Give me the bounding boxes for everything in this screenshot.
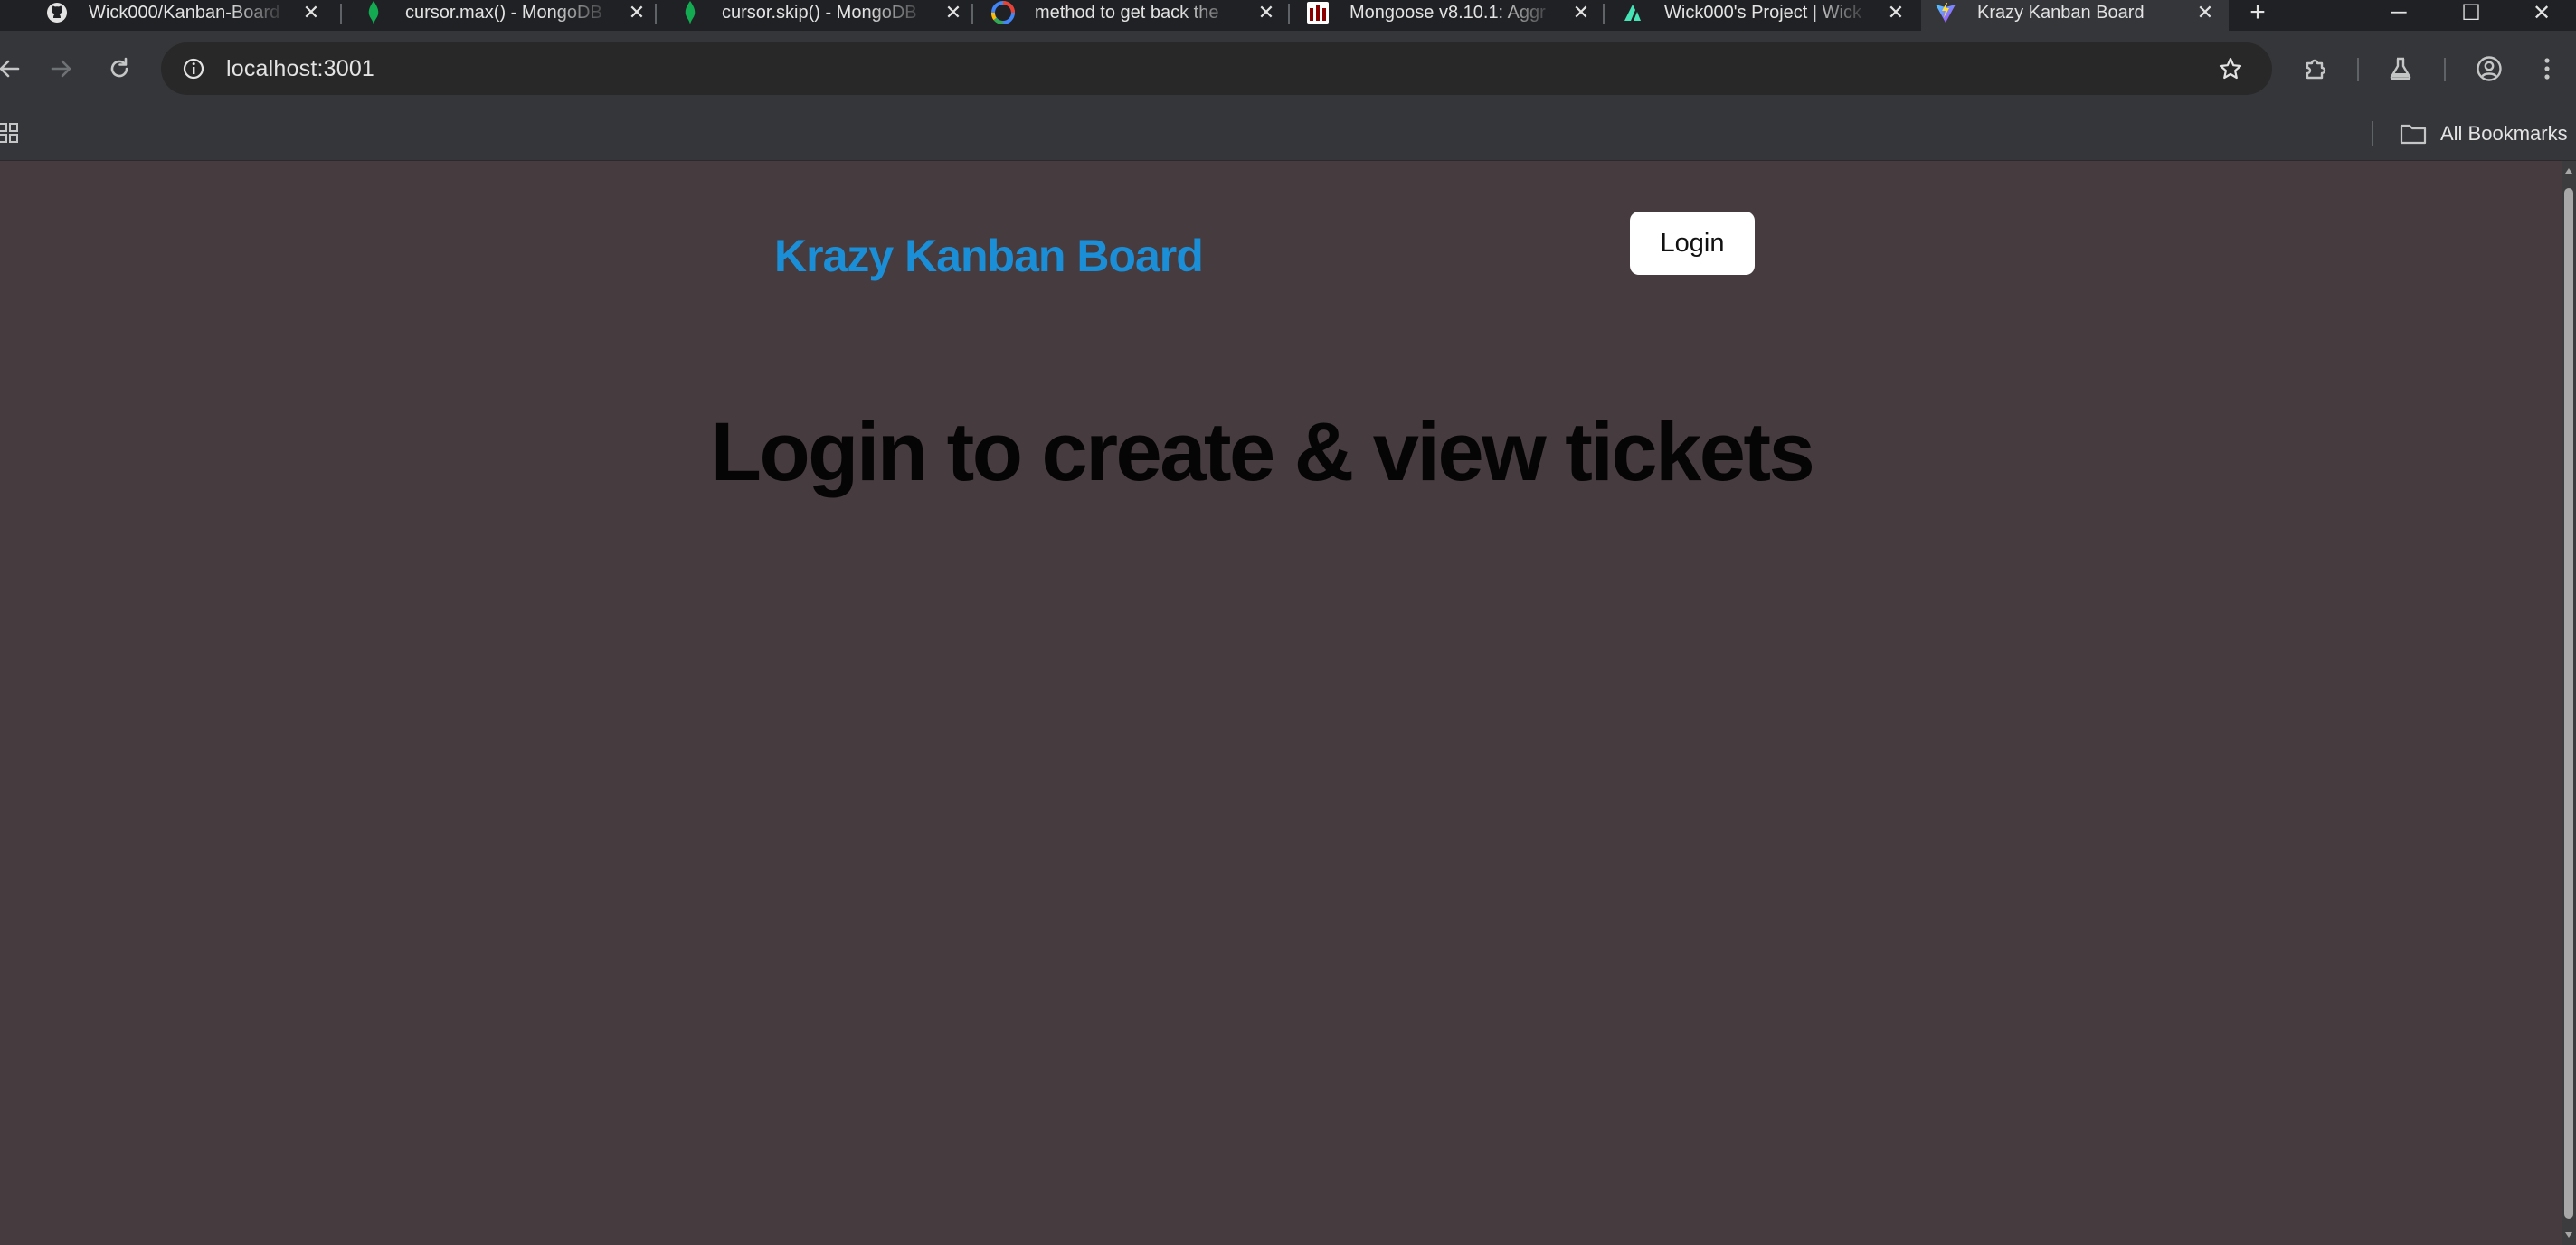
tab-close-icon[interactable]: ✕ <box>942 1 964 24</box>
page-content: Krazy Kanban Board Login Login to create… <box>0 161 2562 1245</box>
app-brand-title[interactable]: Krazy Kanban Board <box>774 230 1204 282</box>
tab-mongoose[interactable]: Mongoose v8.10.1: Aggr ✕ <box>1306 0 1592 31</box>
labs-button[interactable] <box>2379 47 2422 90</box>
window-close-button[interactable]: ✕ <box>2507 0 2576 31</box>
reload-icon <box>110 57 128 78</box>
tab-separator <box>655 4 657 24</box>
google-icon <box>991 1 1015 24</box>
tab-close-icon[interactable]: ✕ <box>1885 1 1907 24</box>
address-bar[interactable]: localhost:3001 <box>161 42 2272 95</box>
toolbar-divider <box>2444 58 2446 81</box>
tab-close-icon[interactable]: ✕ <box>300 1 322 24</box>
tab-close-icon[interactable]: ✕ <box>1570 1 1592 24</box>
maximize-icon: ☐ <box>2461 0 2481 25</box>
tab-close-icon[interactable]: ✕ <box>626 1 648 24</box>
tab-github[interactable]: Wick000/Kanban-Board ✕ <box>45 0 322 31</box>
plus-icon: + <box>2249 0 2266 27</box>
tab-title: Krazy Kanban Board <box>1977 2 2145 23</box>
account-icon <box>2477 56 2502 81</box>
tab-title: Mongoose v8.10.1: Aggr <box>1350 2 1546 23</box>
mongodb-leaf-icon <box>362 1 385 24</box>
apps-button[interactable] <box>0 119 22 146</box>
new-tab-button[interactable]: + <box>2221 0 2294 31</box>
back-button[interactable] <box>0 47 31 90</box>
vite-icon <box>1934 1 1957 24</box>
tab-separator <box>340 4 342 24</box>
scroll-down-arrow-icon[interactable] <box>2562 1227 2576 1243</box>
menu-button[interactable] <box>2525 47 2569 90</box>
vertical-scrollbar[interactable] <box>2562 161 2576 1245</box>
mongoose-icon <box>1306 1 1330 24</box>
tab-cursor-max[interactable]: cursor.max() - MongoDB ✕ <box>362 0 648 31</box>
close-icon: ✕ <box>2532 0 2552 25</box>
render-icon <box>1621 1 1644 24</box>
flask-icon <box>2390 57 2411 80</box>
profile-button[interactable] <box>2467 47 2511 90</box>
site-info-button[interactable] <box>172 47 215 90</box>
login-prompt-heading: Login to create & view tickets <box>710 406 1815 498</box>
minimize-button[interactable]: ─ <box>2363 0 2435 31</box>
tab-title: Wick000/Kanban-Board <box>89 2 280 23</box>
maximize-button[interactable]: ☐ <box>2435 0 2507 31</box>
tab-cursor-skip[interactable]: cursor.skip() - MongoDB ✕ <box>678 0 964 31</box>
tab-title: method to get back the <box>1035 2 1219 23</box>
tab-title: Wick000's Project | Wick <box>1664 2 1861 23</box>
star-icon <box>2219 57 2242 80</box>
tab-strip: Wick000/Kanban-Board ✕ cursor.max() - Mo… <box>0 0 2576 31</box>
folder-icon <box>2399 119 2428 148</box>
tab-render-project[interactable]: Wick000's Project | Wick ✕ <box>1621 0 1907 31</box>
all-bookmarks-button[interactable]: All Bookmarks <box>2399 116 2568 152</box>
apps-grid-icon <box>0 123 18 143</box>
mongodb-leaf-icon <box>678 1 702 24</box>
puzzle-icon <box>2306 59 2326 80</box>
scrollbar-thumb[interactable] <box>2564 188 2573 1219</box>
minimize-icon: ─ <box>2391 0 2407 24</box>
bookmark-star-button[interactable] <box>2209 47 2252 90</box>
kebab-menu-icon <box>2544 58 2550 80</box>
scroll-up-arrow-icon[interactable] <box>2562 163 2576 179</box>
info-icon <box>183 58 204 80</box>
extensions-button[interactable] <box>2294 47 2337 90</box>
forward-button[interactable] <box>40 47 83 90</box>
github-icon <box>45 1 69 24</box>
tab-google-search[interactable]: method to get back the ✕ <box>991 0 1277 31</box>
arrow-left-icon <box>0 60 20 78</box>
tab-krazy-kanban-active[interactable]: Krazy Kanban Board ✕ <box>1921 0 2229 31</box>
toolbar-divider <box>2357 58 2359 81</box>
login-button[interactable]: Login <box>1630 212 1755 275</box>
tab-close-icon[interactable]: ✕ <box>1255 1 1277 24</box>
address-url[interactable]: localhost:3001 <box>226 56 374 82</box>
tab-separator <box>1603 4 1605 24</box>
bookmarks-bar: All Bookmarks <box>0 107 2576 161</box>
tab-title: cursor.max() - MongoDB <box>405 2 602 23</box>
reload-button[interactable] <box>98 47 141 90</box>
arrow-right-icon <box>51 60 71 78</box>
all-bookmarks-label: All Bookmarks <box>2440 122 2568 145</box>
tab-separator <box>971 4 973 24</box>
tab-separator <box>1288 4 1290 24</box>
browser-toolbar: localhost:3001 <box>0 31 2576 107</box>
bookmarks-divider <box>2372 121 2373 146</box>
tab-close-icon[interactable]: ✕ <box>2194 1 2216 24</box>
tab-title: cursor.skip() - MongoDB <box>722 2 917 23</box>
